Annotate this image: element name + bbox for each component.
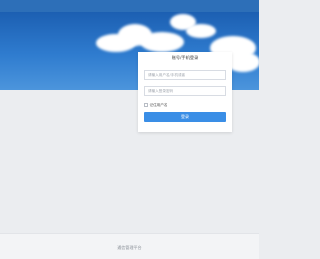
login-button[interactable]: 登录 xyxy=(144,112,226,122)
top-bar xyxy=(0,0,259,12)
login-page: 账号/手机登录 记住用户名 登录 通信管理平台 xyxy=(0,0,259,259)
footer: 通信管理平台 xyxy=(0,233,259,259)
login-card: 账号/手机登录 记住用户名 登录 xyxy=(138,52,232,132)
login-title: 账号/手机登录 xyxy=(171,55,199,60)
footer-text: 通信管理平台 xyxy=(117,245,142,250)
cloud-shape xyxy=(186,24,216,38)
username-input[interactable] xyxy=(144,70,226,80)
remember-label: 记住用户名 xyxy=(149,102,168,107)
remember-checkbox[interactable] xyxy=(144,103,148,107)
remember-username[interactable]: 记住用户名 xyxy=(144,102,167,108)
cloud-shape xyxy=(140,32,184,52)
password-input[interactable] xyxy=(144,86,226,96)
